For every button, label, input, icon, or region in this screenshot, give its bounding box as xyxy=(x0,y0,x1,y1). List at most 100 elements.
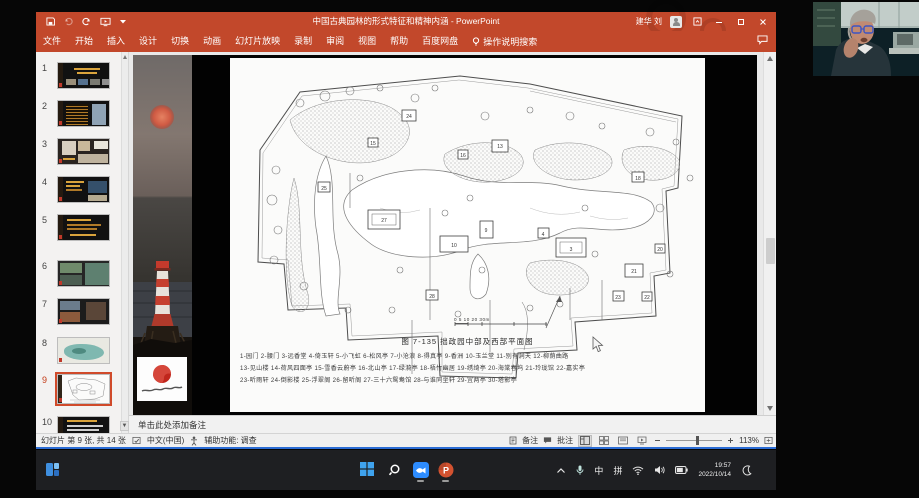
zoom-level[interactable]: 113% xyxy=(739,436,759,445)
ribbon-tab-transitions[interactable]: 切换 xyxy=(164,31,196,52)
fit-to-window-icon[interactable] xyxy=(764,436,773,445)
slide-scrollbar[interactable] xyxy=(763,52,776,415)
widgets-icon[interactable] xyxy=(45,462,60,477)
ribbon-tab-file[interactable]: 文件 xyxy=(36,31,68,52)
thumbnail-scrollbar[interactable] xyxy=(121,52,128,433)
accessibility-status[interactable]: 辅助功能: 调查 xyxy=(204,435,256,446)
slide-number: 10 xyxy=(42,417,52,427)
svg-text:P: P xyxy=(443,466,449,476)
ribbon-tab-review[interactable]: 审阅 xyxy=(319,31,351,52)
legend-line-2: 13-见山楼 14-荷风四面亭 15-雪香云蔚亭 16-北山亭 17-绿漪亭 1… xyxy=(240,363,698,372)
slide-thumbnail-9-selected[interactable] xyxy=(57,374,110,404)
editing-area: 1 2 xyxy=(36,52,776,415)
tell-me-search[interactable]: 操作说明搜索 xyxy=(465,35,544,48)
undo-icon[interactable] xyxy=(64,17,73,26)
redo-icon[interactable] xyxy=(82,17,91,26)
ribbon-tab-help[interactable]: 帮助 xyxy=(383,31,415,52)
ime-language-button[interactable]: 中 xyxy=(594,464,603,477)
slide-number: 6 xyxy=(42,261,47,271)
svg-text:15: 15 xyxy=(370,141,376,147)
slide-counter[interactable]: 幻灯片 第 9 张, 共 14 张 xyxy=(41,435,126,446)
ribbon-tab-insert[interactable]: 插入 xyxy=(100,31,132,52)
meeting-app-icon[interactable] xyxy=(413,462,428,477)
slide-thumbnail-5[interactable] xyxy=(57,214,110,241)
ribbon-tab-view[interactable]: 视图 xyxy=(351,31,383,52)
tray-overflow-chevron-icon[interactable] xyxy=(556,467,566,474)
search-icon[interactable] xyxy=(387,462,402,477)
reading-view-button[interactable] xyxy=(616,435,630,447)
slide-thumbnail-6[interactable] xyxy=(57,260,110,287)
slideshow-view-button[interactable] xyxy=(635,435,649,447)
notes-pane[interactable]: 单击此处添加备注 xyxy=(129,415,776,433)
window-bottom-edge xyxy=(36,447,776,449)
taskbar-clock[interactable]: 19:57 2022/10/14 xyxy=(698,461,731,480)
slide-number: 2 xyxy=(42,101,47,111)
svg-text:23: 23 xyxy=(615,295,621,301)
slide-canvas[interactable]: 24131516 1825109 432120 27232228 0 5 10 … xyxy=(133,55,757,415)
ribbon-tab-home[interactable]: 开始 xyxy=(68,31,100,52)
zoom-out-icon[interactable] xyxy=(654,437,661,444)
comments-bubble-icon[interactable] xyxy=(757,35,768,47)
scale-bar-label: 0 5 10 20 30m xyxy=(454,317,490,322)
presenter-webcam-video[interactable] xyxy=(813,2,919,76)
slide-thumbnail-3[interactable] xyxy=(57,138,110,165)
thumbnail-scroll-down-button[interactable]: ▼ xyxy=(120,421,129,431)
scroll-up-icon[interactable] xyxy=(767,56,773,61)
account-name[interactable]: 建华 刘 xyxy=(636,16,662,27)
svg-text:28: 28 xyxy=(429,294,435,300)
ribbon-tab-row: 文件 开始 插入 设计 切换 动画 幻灯片放映 录制 审阅 视图 帮助 百度网盘… xyxy=(36,31,776,52)
start-slideshow-icon[interactable] xyxy=(100,17,111,27)
ribbon-tab-baidu-netdisk[interactable]: 百度网盘 xyxy=(415,31,465,52)
svg-text:20: 20 xyxy=(657,247,663,253)
accessibility-icon xyxy=(190,436,198,446)
shared-screen: 中国古典园林的形式特征和精神内涵 - PowerPoint 建华 刘 文件 开始… xyxy=(0,0,919,498)
scroll-down-icon[interactable] xyxy=(767,406,773,411)
zoom-in-icon[interactable] xyxy=(727,437,734,444)
scrollbar-thumb[interactable] xyxy=(766,238,775,264)
slide-thumbnail-4[interactable] xyxy=(57,176,110,203)
slide-thumbnail-8[interactable] xyxy=(57,337,110,364)
maximize-button[interactable] xyxy=(734,15,748,28)
slide-sorter-view-button[interactable] xyxy=(597,435,611,447)
account-avatar[interactable] xyxy=(670,16,682,28)
ribbon-display-options-button[interactable] xyxy=(690,15,704,28)
svg-text:22: 22 xyxy=(644,295,650,301)
title-bar: 中国古典园林的形式特征和精神内涵 - PowerPoint 建华 刘 xyxy=(36,12,776,31)
battery-icon[interactable] xyxy=(675,466,688,474)
wifi-icon[interactable] xyxy=(632,466,644,475)
close-button[interactable] xyxy=(756,15,770,28)
slide-thumbnail-1[interactable] xyxy=(57,62,110,89)
scroll-up-icon[interactable] xyxy=(123,55,127,59)
microphone-icon[interactable] xyxy=(576,465,584,476)
svg-text:3: 3 xyxy=(570,247,573,253)
ribbon-tab-animations[interactable]: 动画 xyxy=(196,31,228,52)
slide-thumbnail-7[interactable] xyxy=(57,298,110,325)
focus-assist-moon-icon[interactable] xyxy=(741,465,752,476)
ime-mode-button[interactable]: 拼 xyxy=(613,464,622,477)
notes-toggle[interactable]: 备注 xyxy=(522,435,538,446)
comments-toggle[interactable]: 批注 xyxy=(557,435,573,446)
svg-text:13: 13 xyxy=(497,144,503,150)
mouse-cursor xyxy=(592,336,604,353)
svg-text:18: 18 xyxy=(635,176,641,182)
customize-qat-icon[interactable] xyxy=(120,19,126,24)
ribbon-tab-slideshow[interactable]: 幻灯片放映 xyxy=(228,31,287,52)
language-status[interactable]: 中文(中国) xyxy=(147,435,184,446)
running-indicator xyxy=(417,480,424,482)
save-icon[interactable] xyxy=(46,17,55,26)
ribbon-tab-design[interactable]: 设计 xyxy=(132,31,164,52)
powerpoint-taskbar-icon[interactable]: P xyxy=(438,462,453,477)
zoom-slider[interactable] xyxy=(666,440,722,442)
spellcheck-icon[interactable] xyxy=(132,436,141,445)
slide-thumbnail-2[interactable] xyxy=(57,100,110,127)
slide-thumbnail-10[interactable] xyxy=(57,416,110,433)
minimize-button[interactable] xyxy=(712,15,726,28)
start-button[interactable] xyxy=(360,462,375,477)
slide-number: 5 xyxy=(42,215,47,225)
normal-view-button[interactable] xyxy=(578,435,592,447)
zoom-slider-thumb[interactable] xyxy=(696,436,699,445)
speaker-icon[interactable] xyxy=(654,465,665,475)
slide-number: 8 xyxy=(42,338,47,348)
ribbon-tab-record[interactable]: 录制 xyxy=(287,31,319,52)
figure-caption: 图 7-135 拙政园中部及西部平面图 xyxy=(230,336,705,347)
